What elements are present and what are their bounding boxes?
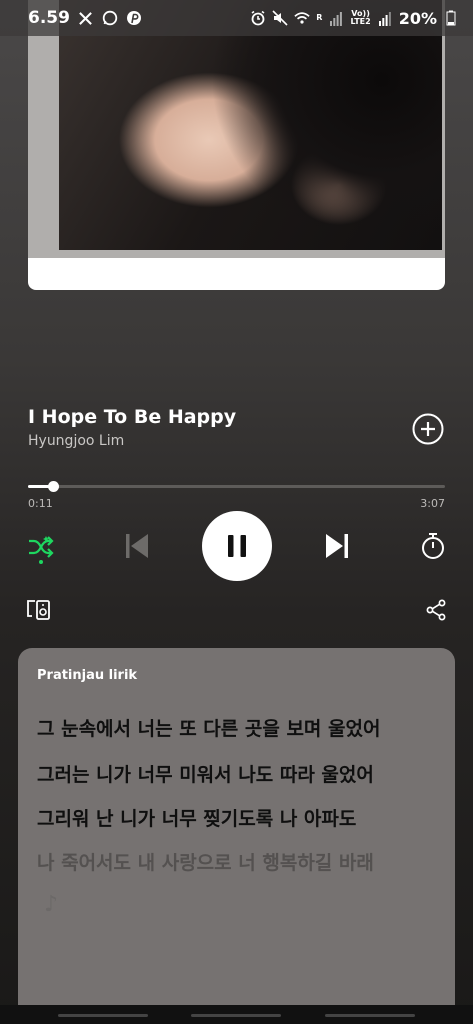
status-bar: 6.59 R Vo)) LTE2 20% bbox=[0, 0, 473, 36]
shuffle-active-dot bbox=[39, 560, 43, 564]
next-button[interactable] bbox=[322, 530, 352, 562]
elapsed-time: 0:11 bbox=[28, 497, 53, 510]
pinterest-icon bbox=[126, 10, 142, 26]
lyric-line: 그리워 난 니가 너무 찢기도록 나 아파도 bbox=[37, 808, 357, 830]
shuffle-button[interactable] bbox=[26, 532, 56, 562]
status-time: 6.59 bbox=[28, 8, 70, 28]
track-artist[interactable]: Hyungjoo Lim bbox=[28, 433, 124, 449]
roaming-label: R bbox=[316, 13, 323, 22]
signal-icon-2 bbox=[377, 10, 393, 26]
nav-home-handle[interactable] bbox=[191, 1014, 281, 1017]
lyric-line: 그 눈속에서 너는 또 다른 곳을 보며 울었어 bbox=[37, 718, 381, 740]
shuffle-icon bbox=[29, 536, 54, 558]
share-icon bbox=[426, 599, 446, 621]
nav-back-handle[interactable] bbox=[325, 1014, 415, 1017]
mute-icon bbox=[272, 10, 288, 26]
system-nav-bar bbox=[0, 1005, 473, 1024]
add-to-library-button[interactable] bbox=[412, 413, 444, 445]
devices-icon bbox=[27, 600, 50, 620]
battery-percent: 20% bbox=[398, 8, 437, 28]
plus-circle-icon bbox=[412, 413, 444, 445]
pause-icon bbox=[228, 535, 246, 557]
pause-button[interactable] bbox=[202, 511, 272, 581]
x-icon bbox=[78, 10, 94, 26]
lyric-line: 그러는 니가 너무 미워서 나도 따라 울었어 bbox=[37, 764, 374, 786]
volte-label: Vo)) LTE2 bbox=[350, 9, 371, 26]
lyric-line: 나 죽어서도 내 사랑으로 너 행복하길 바래 bbox=[37, 852, 374, 874]
whatsapp-icon bbox=[102, 10, 118, 26]
sleep-timer-button[interactable] bbox=[419, 532, 447, 560]
share-button[interactable] bbox=[425, 599, 447, 621]
wifi-icon bbox=[294, 10, 310, 26]
progress-bar[interactable] bbox=[28, 481, 445, 492]
connect-device-button[interactable] bbox=[26, 598, 52, 622]
track-title: I Hope To Be Happy bbox=[28, 406, 237, 428]
timer-icon bbox=[422, 533, 444, 559]
album-photo bbox=[59, 0, 442, 250]
nav-recent-handle[interactable] bbox=[58, 1014, 148, 1017]
skip-back-icon bbox=[126, 534, 148, 558]
progress-knob[interactable] bbox=[47, 481, 59, 492]
previous-button[interactable] bbox=[122, 530, 152, 562]
album-art-border bbox=[28, 0, 445, 258]
signal-icon bbox=[328, 10, 344, 26]
lyrics-preview-card[interactable]: Pratinjau lirik 그 눈속에서 너는 또 다른 곳을 보며 울었어… bbox=[18, 648, 455, 1024]
skip-forward-icon bbox=[326, 534, 348, 558]
album-photo-hair bbox=[192, 0, 442, 250]
alarm-icon bbox=[250, 10, 266, 26]
total-time: 3:07 bbox=[420, 497, 445, 510]
album-art bbox=[28, 0, 445, 290]
battery-icon bbox=[443, 10, 459, 26]
lyrics-heading: Pratinjau lirik bbox=[37, 668, 138, 683]
